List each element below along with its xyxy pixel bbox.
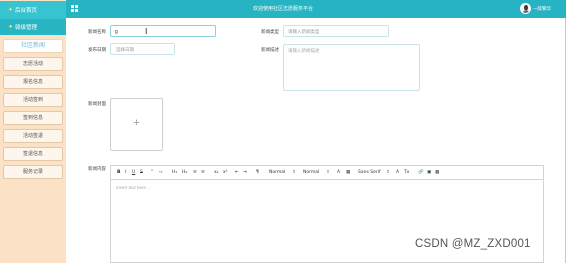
editor-placeholder: Insert text here ... (116, 185, 152, 190)
star-icon: ✦ (8, 7, 14, 14)
strike-button[interactable]: S (140, 170, 143, 175)
subscript-button[interactable]: x₂ (214, 170, 218, 175)
editor-toolbar: B I U S “ ‹› H₁ H₂ ≡ ≡ x₂ x² ⇤ ⇥ ¶ Norma… (111, 166, 543, 180)
sidebar-item-activities[interactable]: 志愿活动 (3, 57, 63, 71)
sidebar-item-news[interactable]: 社区新闻 (3, 39, 63, 53)
image-icon[interactable]: ▣ (427, 170, 431, 175)
type-placeholder: 请输入新闻类型 (288, 29, 320, 34)
header2-button[interactable]: H₂ (182, 170, 187, 175)
date-picker[interactable]: 选择日期 (110, 43, 175, 55)
cover-label: 新闻封面 (88, 101, 106, 106)
watermark: CSDN @MZ_ZXD001 (415, 238, 531, 250)
desc-label: 新闻描述 (261, 47, 279, 52)
sidebar-item-checkin-info[interactable]: 签到信息 (3, 111, 63, 125)
underline-button[interactable]: U (132, 170, 135, 175)
header-select[interactable]: Normal (303, 170, 319, 175)
code-block-button[interactable]: ‹› (159, 170, 163, 175)
sidebar-item-checkout[interactable]: 活动签退 (3, 129, 63, 143)
header1-button[interactable]: H₁ (172, 170, 177, 175)
desc-placeholder: 请输入新闻描述 (288, 48, 320, 53)
blockquote-button[interactable]: “ (151, 170, 153, 175)
sidebar-section-manage[interactable]: ✦ 赣级管理 (0, 19, 66, 35)
sidebar-section-label: 后台首页 (15, 8, 38, 14)
sidebar-item-service-records[interactable]: 服务记录 (3, 165, 63, 179)
font-chevron-icon: ⇕ (386, 170, 390, 175)
type-label: 新闻类型 (261, 29, 279, 34)
video-icon[interactable]: ▦ (435, 170, 439, 175)
size-select[interactable]: Normal (269, 170, 285, 175)
background-color-button[interactable]: ▦ (346, 170, 350, 175)
font-select[interactable]: Sans Serif (358, 170, 381, 175)
font-color-button[interactable]: A (337, 170, 340, 175)
date-placeholder: 选择日期 (116, 47, 134, 52)
date-label: 发布日期 (88, 47, 106, 52)
ordered-list-button[interactable]: ≡ (193, 170, 197, 175)
superscript-button[interactable]: x² (223, 170, 227, 175)
outdent-button[interactable]: ⇤ (235, 170, 239, 175)
page-title: 欢迎使用社区志愿服务平台 (252, 6, 313, 12)
sidebar-section-home[interactable]: ✦ 后台首页 (0, 1, 66, 19)
link-icon[interactable]: 🔗 (418, 170, 424, 175)
title-value: g (115, 29, 118, 35)
desc-textarea[interactable]: 请输入新闻描述 (283, 44, 420, 91)
content-label: 新闻内容 (88, 166, 106, 171)
sidebar-section-label: 赣级管理 (15, 25, 38, 31)
sidebar-item-signups[interactable]: 报名信息 (3, 75, 63, 89)
top-bar: 欢迎使用社区志愿服务平台 一醉繁华 (0, 0, 566, 18)
user-name[interactable]: 一醉繁华 (533, 6, 551, 12)
sidebar-item-checkin[interactable]: 活动签到 (3, 93, 63, 107)
header-chevron-icon: ⇕ (326, 170, 330, 175)
indent-button[interactable]: ⇥ (243, 170, 247, 175)
plus-icon: + (133, 117, 140, 129)
bullet-list-button[interactable]: ≡ (201, 170, 205, 175)
sidebar-item-checkout-info[interactable]: 签退信息 (3, 147, 63, 161)
star-icon: ✦ (8, 24, 14, 31)
title-input[interactable]: g (110, 25, 216, 37)
bold-button[interactable]: B (117, 170, 120, 175)
sidebar: ✦ 后台首页 ✦ 赣级管理 社区新闻 志愿活动 报名信息 活动签到 签到信息 活… (0, 0, 66, 263)
title-label: 新闻名称 (88, 29, 106, 34)
clean-format-button[interactable]: Tx (404, 170, 409, 175)
type-input[interactable]: 请输入新闻类型 (283, 25, 389, 37)
align-button[interactable]: A (396, 170, 399, 175)
cover-uploader[interactable]: + (110, 98, 163, 151)
size-chevron-icon: ⇕ (292, 170, 296, 175)
direction-button[interactable]: ¶ (256, 170, 259, 175)
italic-button[interactable]: I (125, 170, 126, 175)
text-cursor-icon: I (145, 27, 148, 36)
avatar[interactable] (520, 3, 531, 14)
